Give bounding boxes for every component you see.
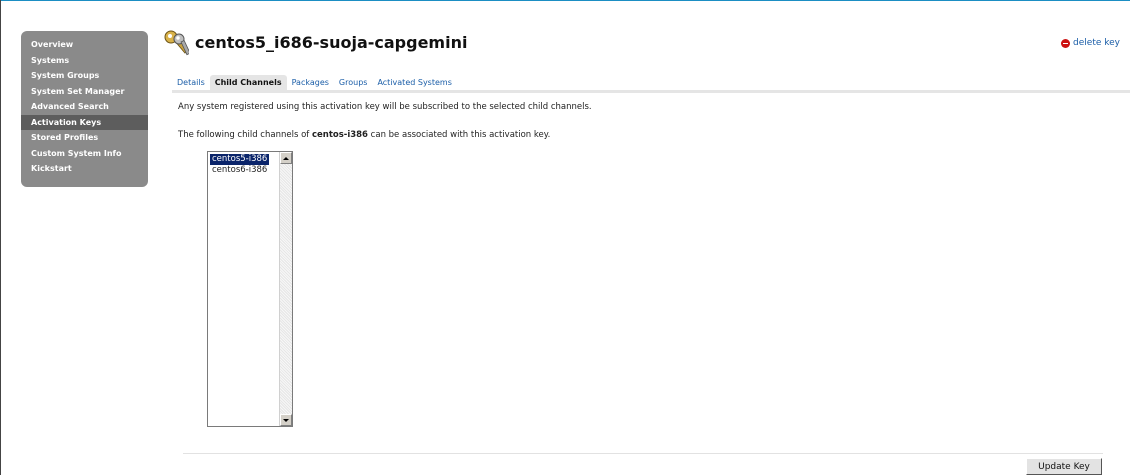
tab-groups[interactable]: Groups bbox=[334, 75, 373, 90]
listbox-scrollbar[interactable] bbox=[279, 152, 292, 426]
scroll-down-button[interactable] bbox=[280, 414, 292, 426]
associate-suffix: can be associated with this activation k… bbox=[367, 130, 551, 140]
left-border bbox=[0, 0, 1, 475]
arrow-down-icon bbox=[283, 418, 289, 422]
sidebar-item-systems[interactable]: Systems bbox=[21, 53, 148, 69]
sidebar-item-system-set-manager[interactable]: System Set Manager bbox=[21, 84, 148, 100]
arrow-up-icon bbox=[283, 156, 289, 160]
channel-option-centos6-i386[interactable]: centos6-i386 bbox=[210, 165, 269, 176]
channel-option-centos5-i386[interactable]: centos5-i386 bbox=[210, 154, 270, 165]
top-border bbox=[0, 0, 1130, 1]
delete-icon bbox=[1061, 38, 1071, 48]
key-icon bbox=[164, 30, 189, 56]
tab-activated-systems[interactable]: Activated Systems bbox=[372, 75, 456, 90]
sidebar-item-stored-profiles[interactable]: Stored Profiles bbox=[21, 130, 148, 146]
sidebar-item-custom-system-info[interactable]: Custom System Info bbox=[21, 146, 148, 162]
sidebar-item-system-groups[interactable]: System Groups bbox=[21, 68, 148, 84]
child-channels-listbox[interactable]: centos5-i386 centos6-i386 bbox=[207, 151, 293, 427]
sidebar-item-kickstart[interactable]: Kickstart bbox=[21, 161, 148, 177]
sidebar-item-overview[interactable]: Overview bbox=[21, 37, 148, 53]
sidebar-item-advanced-search[interactable]: Advanced Search bbox=[21, 99, 148, 115]
delete-key-link[interactable]: delete key bbox=[1061, 38, 1120, 48]
tab-child-channels[interactable]: Child Channels bbox=[209, 75, 287, 90]
delete-key-label: delete key bbox=[1073, 38, 1120, 48]
tab-bar: Details Child Channels Packages Groups A… bbox=[172, 74, 1130, 93]
update-key-button[interactable]: Update Key bbox=[1026, 458, 1102, 475]
sidebar-item-activation-keys[interactable]: Activation Keys bbox=[21, 114, 148, 130]
footer-divider bbox=[183, 453, 1103, 454]
base-channel-name: centos-i386 bbox=[311, 130, 368, 140]
associate-prefix: The following child channels of bbox=[178, 130, 312, 140]
child-channels-description: Any system registered using this activat… bbox=[178, 102, 592, 112]
scroll-up-button[interactable] bbox=[280, 152, 292, 164]
associate-text: The following child channels of centos-i… bbox=[178, 130, 550, 140]
page-title: centos5_i686-suoja-capgemini bbox=[195, 33, 468, 52]
sidebar-nav: Overview Systems System Groups System Se… bbox=[21, 31, 148, 187]
tab-packages[interactable]: Packages bbox=[287, 75, 334, 90]
tab-details[interactable]: Details bbox=[172, 75, 210, 90]
